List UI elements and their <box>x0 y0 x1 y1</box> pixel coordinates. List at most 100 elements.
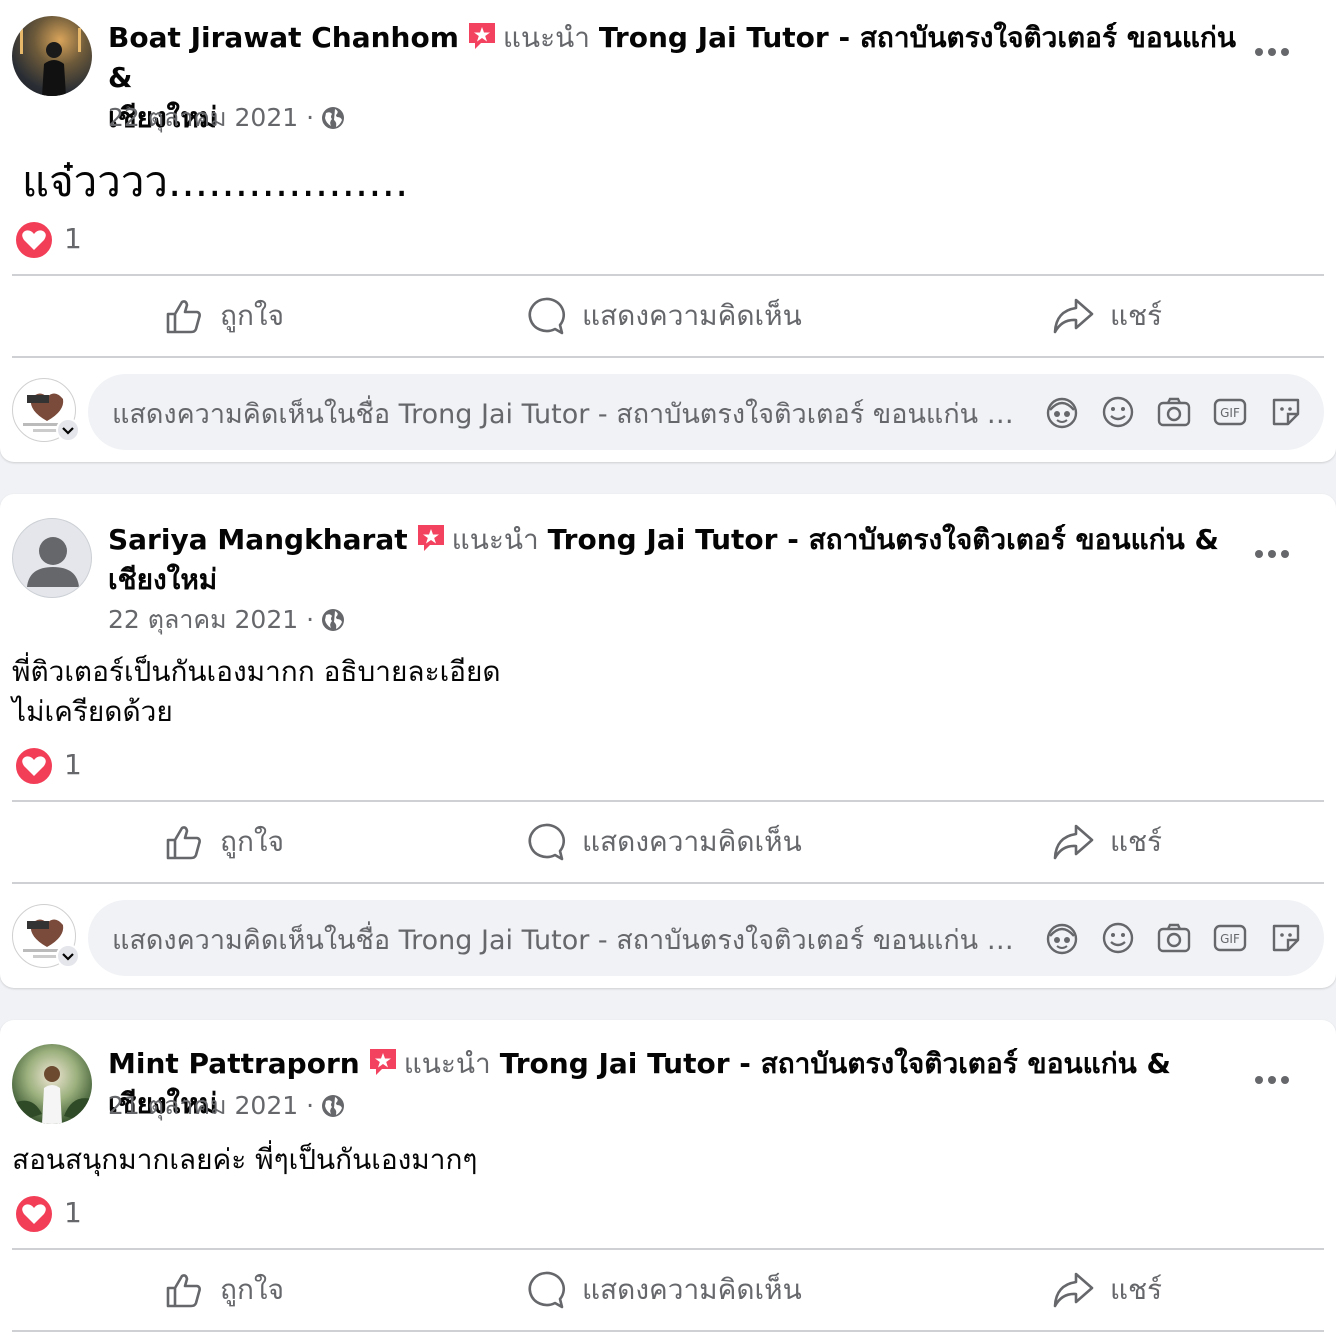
globe-icon <box>322 1095 345 1117</box>
composer-icons: GIF <box>1042 918 1306 958</box>
share-label: แชร์ <box>1110 299 1163 332</box>
share-label: แชร์ <box>1110 1273 1163 1306</box>
svg-text:GIF: GIF <box>1220 406 1240 420</box>
comment-placeholder: แสดงความคิดเห็นในชื่อ Trong Jai Tutor - … <box>112 399 1022 430</box>
author-name[interactable]: Boat Jirawat Chanhom <box>108 21 459 54</box>
reaction-count: 1 <box>64 1196 82 1229</box>
like-icon <box>166 300 201 334</box>
page-name-link[interactable]: Trong Jai Tutor - สถาบันตรงใจติวเตอร์ ขอ… <box>548 523 1219 556</box>
comment-label: แสดงความคิดเห็น <box>582 299 802 332</box>
author-avatar[interactable] <box>12 16 92 96</box>
like-button[interactable]: ถูกใจ <box>164 802 284 882</box>
gif-icon[interactable]: GIF <box>1210 392 1250 432</box>
author-avatar[interactable] <box>12 518 92 598</box>
switch-identity-button[interactable] <box>56 418 80 442</box>
comment-composer: แสดงความคิดเห็นในชื่อ Trong Jai Tutor - … <box>12 900 1324 976</box>
camera-icon[interactable] <box>1154 392 1194 432</box>
emoji-icon[interactable] <box>1098 392 1138 432</box>
post-meta: 22 ตุลาคม 2021 · <box>108 604 346 636</box>
heart-reaction-icon <box>14 746 54 786</box>
like-icon <box>166 826 201 860</box>
switch-identity-button[interactable] <box>56 944 80 968</box>
post-text: พี่ติวเตอร์เป็นกันเองมากก อธิบายละเอียด … <box>12 652 501 732</box>
author-name[interactable]: Sariya Mangkharat <box>108 523 408 556</box>
share-button[interactable]: แชร์ <box>1052 1250 1162 1330</box>
reaction-count: 1 <box>64 748 82 781</box>
like-icon <box>166 1274 201 1308</box>
like-label: ถูกใจ <box>220 825 284 858</box>
action-bar: ถูกใจ แสดงความคิดเห็น แชร์ <box>12 1250 1324 1330</box>
comment-placeholder: แสดงความคิดเห็นในชื่อ Trong Jai Tutor - … <box>112 925 1022 956</box>
page-name-link-cont[interactable]: เชียงใหม่ <box>108 563 217 596</box>
sticker-icon[interactable] <box>1266 918 1306 958</box>
globe-icon <box>322 107 345 129</box>
post-text-line: ไม่เครียดด้วย <box>12 695 173 728</box>
sticker-icon[interactable] <box>1266 392 1306 432</box>
comment-button[interactable]: แสดงความคิดเห็น <box>526 802 802 882</box>
like-button[interactable]: ถูกใจ <box>164 1250 284 1330</box>
divider <box>12 356 1324 358</box>
svg-text:GIF: GIF <box>1220 932 1240 946</box>
comment-button[interactable]: แสดงความคิดเห็น <box>526 276 802 356</box>
composer-icons: GIF <box>1042 392 1306 432</box>
share-button[interactable]: แชร์ <box>1052 802 1162 882</box>
chevron-down-icon <box>62 953 74 961</box>
more-options-icon[interactable] <box>1254 1074 1290 1086</box>
comment-label: แสดงความคิดเห็น <box>582 1273 802 1306</box>
recommend-badge-icon <box>417 525 444 551</box>
camera-icon[interactable] <box>1154 918 1194 958</box>
post-header: Sariya Mangkharat แนะนำ Trong Jai Tutor -… <box>108 520 1238 600</box>
divider <box>12 1330 1324 1332</box>
post-text: แจ๋วววว.................. <box>22 157 409 206</box>
avatar-sticker-icon[interactable] <box>1042 392 1082 432</box>
action-bar: ถูกใจ แสดงความคิดเห็น แชร์ <box>12 276 1324 356</box>
comment-icon <box>528 297 565 335</box>
comment-icon <box>528 1271 565 1309</box>
post-card: Boat Jirawat Chanhom แนะนำ Trong Jai Tuto… <box>0 0 1336 462</box>
share-button[interactable]: แชร์ <box>1052 276 1162 356</box>
recommends-label: แนะนำ <box>451 523 539 556</box>
heart-reaction-icon <box>14 1194 54 1234</box>
person-photo-icon <box>12 1066 92 1124</box>
share-icon <box>1053 298 1094 334</box>
reaction-count: 1 <box>64 222 82 255</box>
person-photo-icon <box>20 24 81 96</box>
gif-icon[interactable]: GIF <box>1210 918 1250 958</box>
comment-input[interactable]: แสดงความคิดเห็นในชื่อ Trong Jai Tutor - … <box>88 374 1324 450</box>
more-options-icon[interactable] <box>1254 46 1290 58</box>
like-label: ถูกใจ <box>220 1273 284 1306</box>
share-icon <box>1053 824 1094 860</box>
comment-button[interactable]: แสดงความคิดเห็น <box>526 1250 802 1330</box>
post-meta: 22 ตุลาคม 2021 · <box>108 102 346 134</box>
post-card: Sariya Mangkharat แนะนำ Trong Jai Tutor -… <box>0 494 1336 988</box>
recommends-label: แนะนำ <box>502 21 590 54</box>
recommend-badge-icon <box>468 23 495 49</box>
action-bar: ถูกใจ แสดงความคิดเห็น แชร์ <box>12 802 1324 882</box>
comment-composer: แสดงความคิดเห็นในชื่อ Trong Jai Tutor - … <box>12 374 1324 450</box>
post-card: Mint Pattraporn แนะนำ Trong Jai Tutor - ส… <box>0 1020 1336 1344</box>
share-label: แชร์ <box>1110 825 1163 858</box>
like-button[interactable]: ถูกใจ <box>164 276 284 356</box>
post-date[interactable]: 21 ตุลาคม 2021 · <box>108 1091 314 1120</box>
recommend-badge-icon <box>369 1049 396 1075</box>
more-options-icon[interactable] <box>1254 548 1290 560</box>
post-date[interactable]: 22 ตุลาคม 2021 · <box>108 605 314 634</box>
globe-icon <box>322 609 345 631</box>
like-label: ถูกใจ <box>220 299 284 332</box>
post-meta: 21 ตุลาคม 2021 · <box>108 1090 346 1122</box>
default-avatar-icon <box>27 537 79 587</box>
author-avatar[interactable] <box>12 1044 92 1124</box>
chevron-down-icon <box>62 427 74 435</box>
comment-icon <box>528 823 565 861</box>
comment-label: แสดงความคิดเห็น <box>582 825 802 858</box>
divider <box>12 882 1324 884</box>
post-text: สอนสนุกมากเลยค่ะ พี่ๆเป็นกันเองมากๆ <box>12 1143 478 1176</box>
post-text-line: พี่ติวเตอร์เป็นกันเองมากก อธิบายละเอียด <box>12 655 501 688</box>
share-icon <box>1053 1272 1094 1308</box>
author-name[interactable]: Mint Pattraporn <box>108 1047 360 1080</box>
post-date[interactable]: 22 ตุลาคม 2021 · <box>108 103 314 132</box>
avatar-sticker-icon[interactable] <box>1042 918 1082 958</box>
recommends-label: แนะนำ <box>403 1047 491 1080</box>
comment-input[interactable]: แสดงความคิดเห็นในชื่อ Trong Jai Tutor - … <box>88 900 1324 976</box>
emoji-icon[interactable] <box>1098 918 1138 958</box>
